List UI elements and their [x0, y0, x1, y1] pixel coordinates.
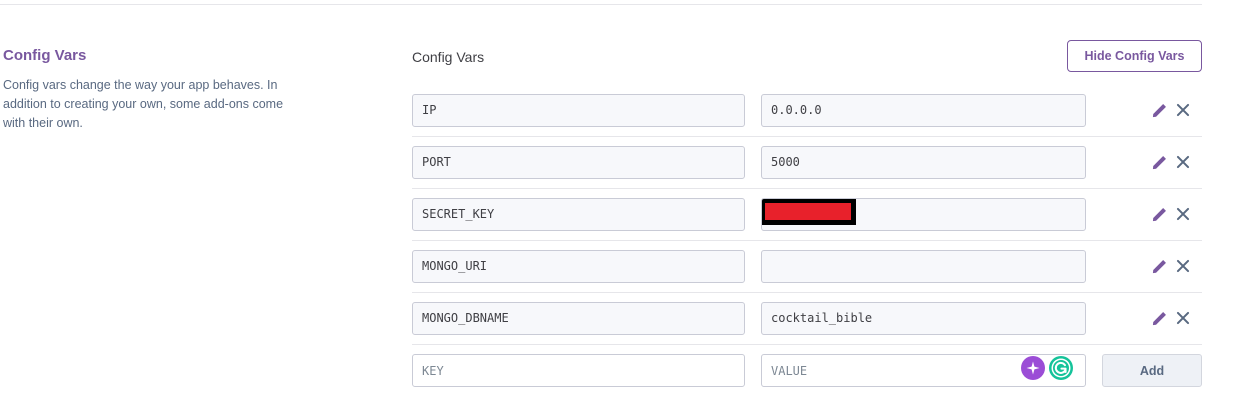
config-var-key[interactable]: MONGO_URI	[412, 250, 745, 283]
pencil-icon[interactable]	[1151, 205, 1169, 223]
section-description: Config vars change the way your app beha…	[3, 78, 284, 130]
redaction-box	[762, 199, 856, 225]
config-var-key[interactable]: IP	[412, 94, 745, 127]
config-var-key[interactable]: PORT	[412, 146, 745, 179]
close-icon[interactable]	[1174, 309, 1192, 327]
config-var-value[interactable]	[761, 198, 1086, 231]
pencil-icon[interactable]	[1151, 153, 1169, 171]
panel-title: Config Vars	[412, 49, 485, 65]
section-info: Config Vars Config vars change the way y…	[3, 46, 293, 133]
config-var-value[interactable]: 0.0.0.0	[761, 94, 1086, 127]
config-var-row: IP 0.0.0.0	[412, 85, 1202, 137]
section-title: Config Vars	[3, 47, 87, 64]
config-var-value[interactable]: 5000	[761, 146, 1086, 179]
grammarly-icon[interactable]	[1049, 356, 1073, 380]
close-icon[interactable]	[1174, 205, 1192, 223]
new-key-input[interactable]	[412, 354, 745, 387]
new-config-var-row: Add	[412, 345, 1202, 395]
pencil-icon[interactable]	[1151, 101, 1169, 119]
add-button[interactable]: Add	[1102, 354, 1202, 387]
close-icon[interactable]	[1174, 257, 1192, 275]
hide-config-vars-button[interactable]: Hide Config Vars	[1067, 40, 1202, 72]
config-var-row: MONGO_DBNAME cocktail_bible	[412, 293, 1202, 345]
top-divider	[0, 4, 1202, 5]
pencil-icon[interactable]	[1151, 309, 1169, 327]
close-icon[interactable]	[1174, 153, 1192, 171]
sparkle-icon[interactable]	[1021, 356, 1045, 380]
config-var-row: MONGO_URI	[412, 241, 1202, 293]
close-icon[interactable]	[1174, 101, 1192, 119]
config-vars-list: IP 0.0.0.0 PORT 5000 SECRET_KEY MONGO_UR…	[412, 85, 1202, 395]
config-var-value[interactable]	[761, 250, 1086, 283]
config-var-row: SECRET_KEY	[412, 189, 1202, 241]
config-var-key[interactable]: SECRET_KEY	[412, 198, 745, 231]
config-var-row: PORT 5000	[412, 137, 1202, 189]
pencil-icon[interactable]	[1151, 257, 1169, 275]
config-var-key[interactable]: MONGO_DBNAME	[412, 302, 745, 335]
config-var-value[interactable]: cocktail_bible	[761, 302, 1086, 335]
